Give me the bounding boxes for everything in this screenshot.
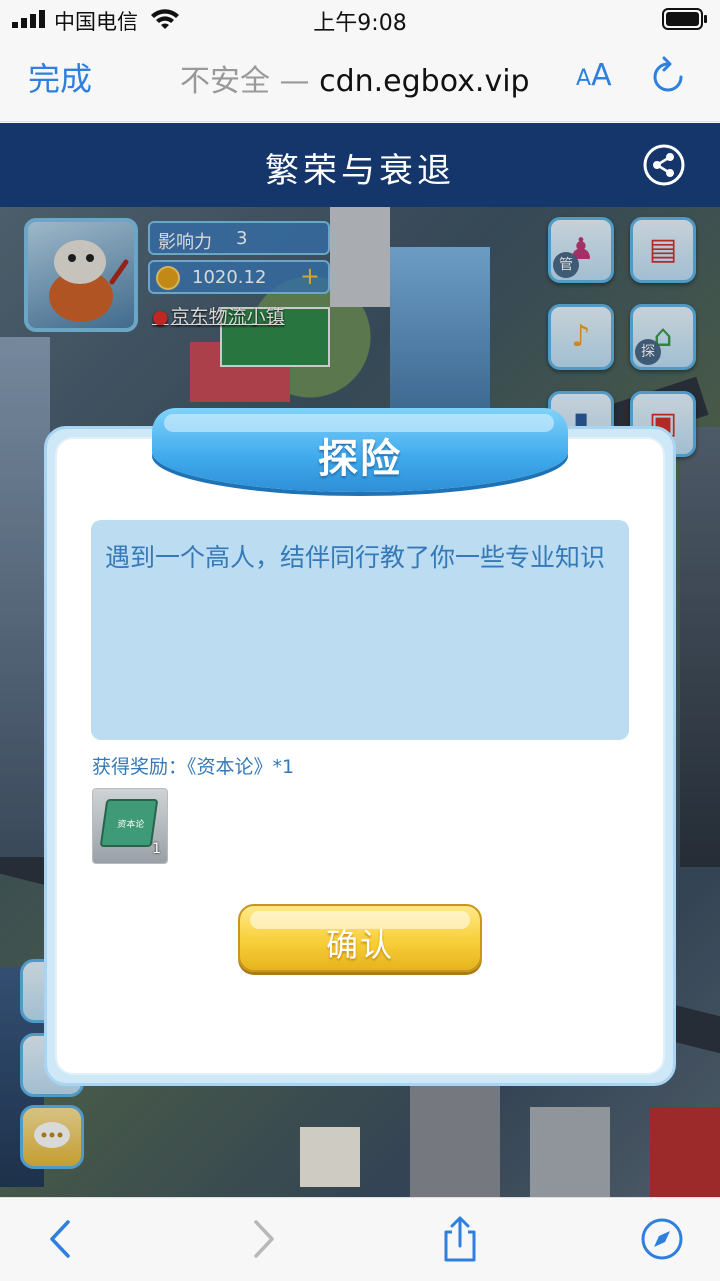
reward-text: 获得奖励：《资本论》*1 [92,756,295,778]
reward-count: 1 [152,841,161,857]
dialog-title-banner: 探险 [152,408,568,492]
confirm-button[interactable]: 确认 [238,904,482,972]
browser-toolbar [0,1197,720,1281]
book-icon: 资本论 [99,799,159,847]
text-size-button[interactable]: AA [576,58,612,93]
reload-icon[interactable] [650,56,686,96]
aa-big: A [591,58,612,93]
battery-icon [662,8,707,30]
reward-item[interactable]: 资本论 1 [92,788,168,864]
browser-address-bar: 完成 不安全 — cdn.egbox.vip AA [0,40,720,122]
message-box: 遇到一个高人，结伴同行教了你一些专业知识 [91,520,629,740]
share-icon[interactable] [643,144,685,186]
compass-icon[interactable] [640,1216,684,1262]
back-icon[interactable] [40,1216,84,1262]
forward-icon[interactable] [240,1216,284,1262]
clock: 上午9:08 [313,11,407,36]
share-sheet-icon[interactable] [438,1216,482,1262]
confirm-label: 确认 [325,926,394,964]
done-button[interactable]: 完成 [28,54,92,100]
dialog-title: 探险 [318,436,402,482]
aa-small: A [576,66,592,91]
url-domain: cdn.egbox.vip [319,64,530,99]
insecure-label: 不安全 — [180,64,310,99]
message-text: 遇到一个高人，结伴同行教了你一些专业知识 [105,543,606,572]
status-bar: 中国电信 上午9:08 [0,0,720,40]
url-field[interactable]: 不安全 — cdn.egbox.vip [180,56,530,100]
page-header: 繁荣与衰退 [0,123,720,207]
page-title: 繁荣与衰退 [265,151,455,191]
book-label: 资本论 [116,820,145,830]
